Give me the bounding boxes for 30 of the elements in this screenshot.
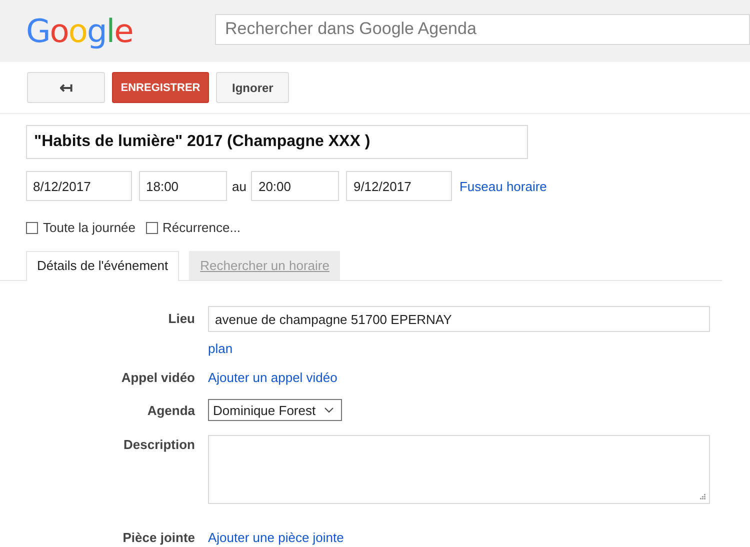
map-link[interactable]: plan [208,341,233,356]
checkbox[interactable] [146,222,158,234]
checkbox[interactable] [26,222,38,234]
field-label: Appel vidéo [120,370,195,385]
tab[interactable]: Détails de l'événement [26,251,180,281]
discard-button[interactable]: Ignorer [216,72,290,103]
save-button[interactable]: ENREGISTRER [112,72,209,103]
start-date-field[interactable]: 8/12/2017 [26,171,132,201]
checkbox-label: Récurrence... [162,220,241,235]
field-label: Lieu [167,310,195,328]
field-label: Description [122,436,195,454]
end-date-field[interactable]: 9/12/2017 [346,171,452,201]
field-label: Agenda [146,402,195,420]
separator-label: au [232,178,246,194]
checkbox-label: Toute la journée [43,220,136,235]
resize-grip-icon [699,493,706,500]
location-field[interactable]: avenue de champagne 51700 EPERNAY [208,306,710,332]
add-link[interactable]: Ajouter une pièce jointe [208,530,344,545]
timezone-link[interactable]: Fuseau horaire [459,178,547,194]
end-time-field[interactable]: 20:00 [251,171,340,201]
start-time-field[interactable]: 18:00 [139,171,227,201]
title-field[interactable]: "Habits de lumière" 2017 (Champagne XXX ) [26,125,528,159]
back-button[interactable]: ↤ [27,72,105,103]
add-link[interactable]: Ajouter un appel vidéo [208,370,338,385]
field-label: Pièce jointe [122,530,195,545]
description-field[interactable] [208,435,710,504]
chevron-icon [324,407,334,413]
calendar-select[interactable]: Dominique Forest [208,399,342,421]
search-field[interactable]: Rechercher dans Google Agenda [215,14,750,44]
logo: Google [26,12,134,50]
